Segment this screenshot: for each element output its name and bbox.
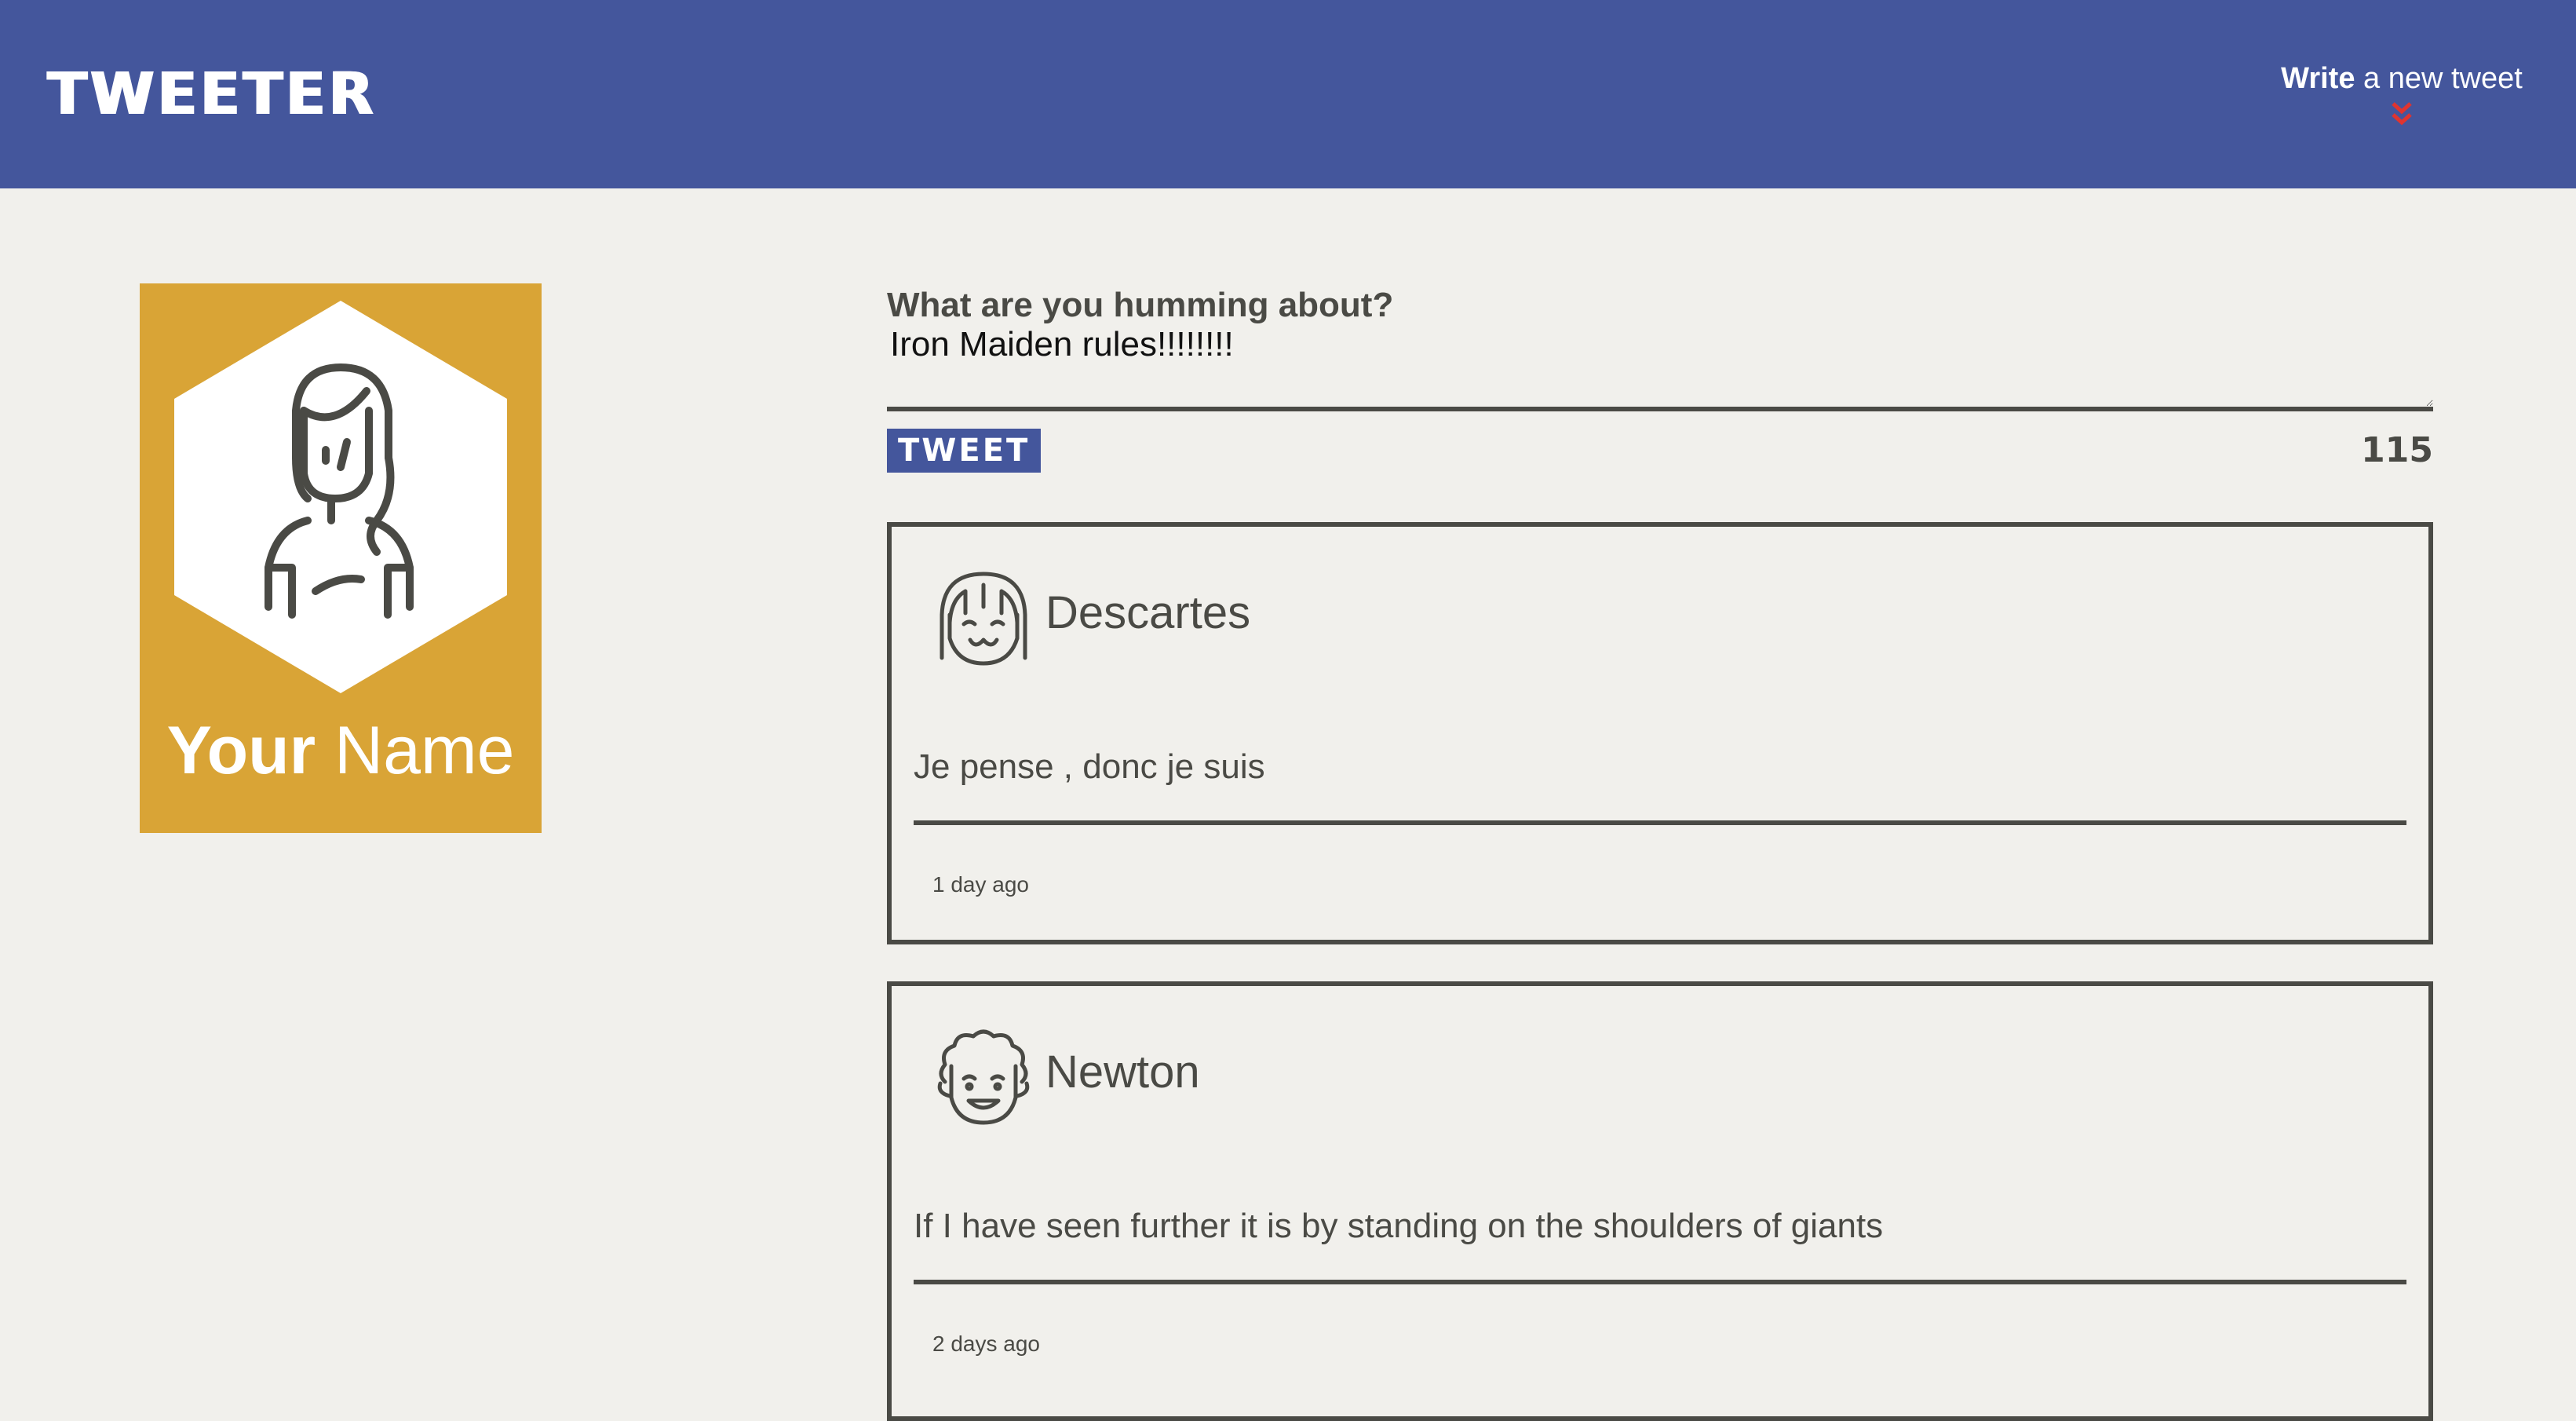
- tweet-timestamp: 2 days ago: [932, 1332, 1040, 1356]
- character-counter: 115: [2361, 430, 2433, 470]
- profile-name-bold: Your: [166, 713, 316, 788]
- profile-card: Your Name: [140, 283, 542, 833]
- navbar: TWEETER Write a new tweet: [0, 0, 2576, 188]
- profile-name: Your Name: [140, 711, 542, 790]
- tweet-card: Newton If I have seen further it is by s…: [887, 981, 2433, 1421]
- profile-name-light: Name: [316, 713, 515, 788]
- compose-toggle-bold: Write: [2281, 62, 2355, 95]
- tweet-button[interactable]: TWEET: [887, 429, 1042, 473]
- compose-toggle-text: a new tweet: [2355, 62, 2523, 95]
- tweet-author: Descartes: [1045, 587, 1251, 638]
- tweet-composer: What are you humming about? TWEET 115: [887, 283, 2433, 476]
- tweet-content: Je pense , donc je suis: [914, 747, 1265, 786]
- tweet-timestamp: 1 day ago: [932, 872, 1029, 897]
- tweet-card: Descartes Je pense , donc je suis 1 day …: [887, 522, 2433, 944]
- brand-logo[interactable]: TWEETER: [47, 58, 376, 130]
- tweet-author: Newton: [1045, 1047, 1200, 1098]
- write-new-tweet-toggle[interactable]: Write a new tweet: [2276, 58, 2527, 127]
- profile-avatar-icon: [174, 301, 507, 693]
- double-chevron-down-icon: [2392, 102, 2412, 126]
- tweet-divider: [914, 820, 2406, 825]
- girl-face-icon: [940, 572, 1027, 666]
- curly-hair-face-icon: [937, 1029, 1030, 1125]
- composer-label: What are you humming about?: [887, 286, 1394, 324]
- composer-actions: TWEET 115: [887, 429, 2433, 476]
- tweet-textarea[interactable]: [887, 325, 2433, 411]
- tweet-content: If I have seen further it is by standing…: [914, 1207, 1884, 1245]
- tweet-divider: [914, 1280, 2406, 1284]
